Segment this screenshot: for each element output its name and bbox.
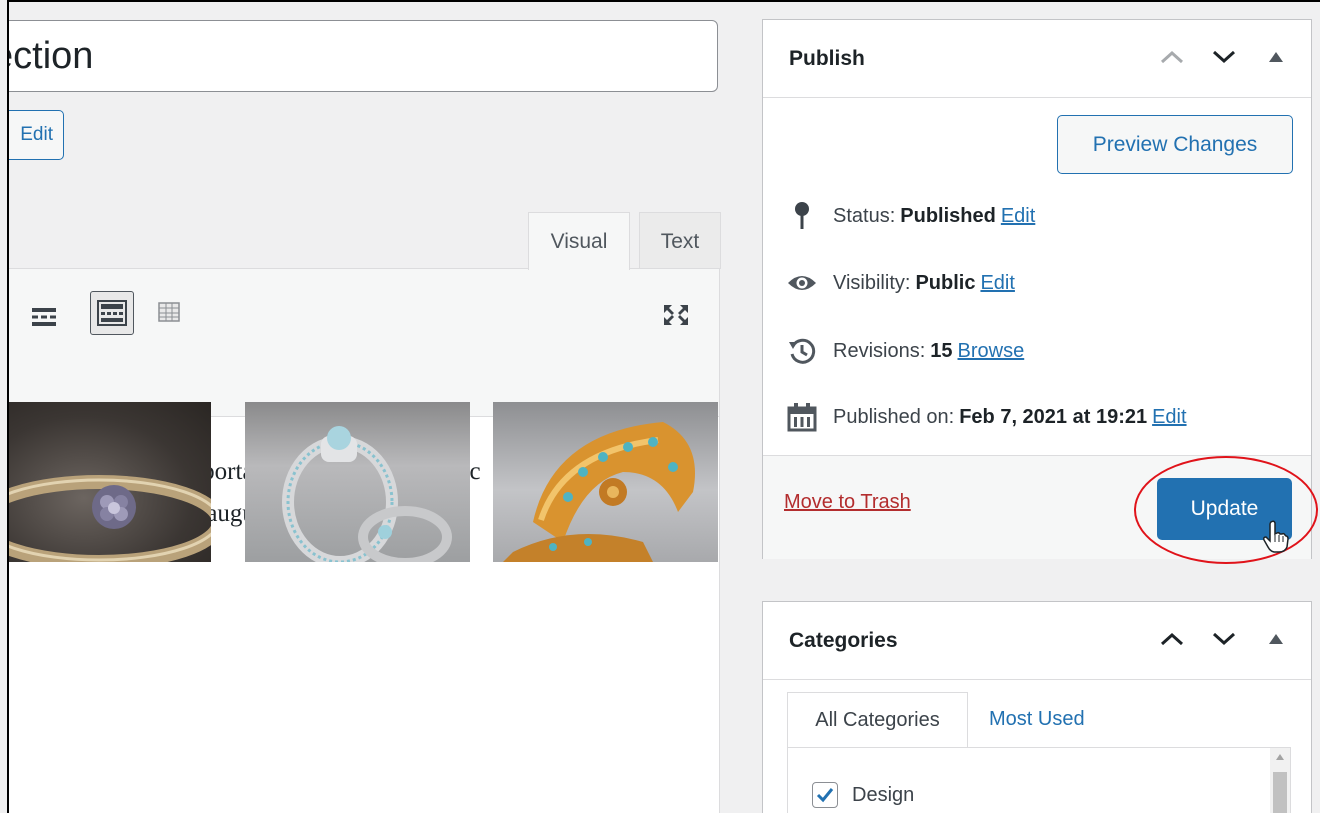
toolbar-toggle-icon[interactable] xyxy=(90,291,134,335)
pin-icon xyxy=(783,199,821,233)
move-to-trash-link[interactable]: Move to Trash xyxy=(784,491,911,514)
revisions-value: 15 xyxy=(930,339,953,362)
preview-changes-button[interactable]: Preview Changes xyxy=(1057,115,1293,174)
visibility-row: Visibility: Public Edit xyxy=(783,263,1015,303)
post-title-input[interactable]: ection xyxy=(9,20,718,92)
publish-box-header: Publish xyxy=(763,20,1311,98)
permalink-edit-button[interactable]: Edit xyxy=(9,110,64,160)
app-frame: ection Edit Visual Text Vestibulum viver… xyxy=(7,0,1320,813)
category-scrollbar[interactable] xyxy=(1270,748,1290,813)
published-on-value: Feb 7, 2021 at 19:21 xyxy=(959,405,1148,428)
history-icon xyxy=(783,334,821,368)
visibility-edit-link[interactable]: Edit xyxy=(980,272,1014,295)
categories-box: Categories All Categories Most Used Desi… xyxy=(762,601,1312,813)
move-up-icon[interactable] xyxy=(1159,46,1185,68)
status-value: Published xyxy=(900,204,996,227)
eye-icon xyxy=(783,266,821,300)
status-label: Status: xyxy=(833,204,896,227)
scroll-up-icon[interactable] xyxy=(1276,754,1284,760)
published-on-label: Published on: xyxy=(833,405,955,428)
gallery-image-ring[interactable] xyxy=(9,402,211,562)
published-on-edit-link[interactable]: Edit xyxy=(1152,406,1186,429)
move-up-icon[interactable] xyxy=(1159,628,1185,650)
table-icon[interactable] xyxy=(157,299,181,325)
categories-box-title: Categories xyxy=(789,629,898,652)
category-checkbox[interactable] xyxy=(812,782,838,808)
collapse-toggle-icon[interactable] xyxy=(1263,46,1289,68)
tab-visual[interactable]: Visual xyxy=(528,212,630,270)
hand-cursor-icon xyxy=(1263,520,1289,554)
published-on-row: Published on: Feb 7, 2021 at 19:21 Edit xyxy=(783,397,1187,437)
publish-box: Publish Preview Changes Status: Publishe… xyxy=(762,19,1318,564)
visibility-label: Visibility: xyxy=(833,271,911,294)
category-item[interactable]: Design xyxy=(812,782,914,808)
move-down-icon[interactable] xyxy=(1211,46,1237,68)
categories-box-header: Categories xyxy=(763,602,1311,680)
read-more-icon[interactable] xyxy=(30,303,58,331)
calendar-icon xyxy=(783,400,821,434)
post-title-text: ection xyxy=(9,35,94,77)
gallery-image-bracelet[interactable] xyxy=(493,402,718,562)
collapse-toggle-icon[interactable] xyxy=(1263,628,1289,650)
checkmark-icon xyxy=(816,788,834,803)
status-edit-link[interactable]: Edit xyxy=(1001,205,1035,228)
revisions-row: Revisions: 15 Browse xyxy=(783,331,1024,371)
publish-box-title: Publish xyxy=(789,47,865,70)
category-checklist: Design xyxy=(787,747,1291,813)
move-down-icon[interactable] xyxy=(1211,628,1237,650)
tab-most-used[interactable]: Most Used xyxy=(989,692,1085,748)
gallery-image-ring-set[interactable] xyxy=(245,402,470,562)
visibility-value: Public xyxy=(915,271,976,294)
category-label: Design xyxy=(852,783,915,806)
fullscreen-icon[interactable] xyxy=(660,299,692,331)
editor-toolbar xyxy=(9,269,719,417)
publishing-actions: Move to Trash Update xyxy=(763,455,1318,564)
tab-text[interactable]: Text xyxy=(639,212,721,269)
scroll-thumb[interactable] xyxy=(1273,772,1287,813)
tab-all-categories[interactable]: All Categories xyxy=(787,692,968,748)
revisions-browse-link[interactable]: Browse xyxy=(958,340,1025,363)
status-row: Status: Published Edit xyxy=(783,196,1035,236)
revisions-label: Revisions: xyxy=(833,339,926,362)
